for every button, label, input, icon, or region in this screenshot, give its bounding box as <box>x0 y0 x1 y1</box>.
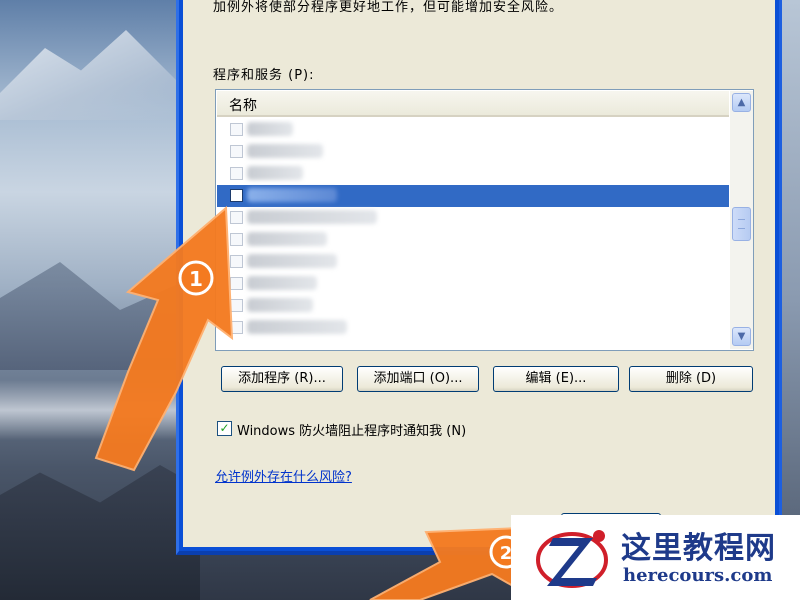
blurred-item-name <box>247 122 293 136</box>
list-item-selected[interactable] <box>217 185 729 207</box>
exceptions-description: 加例外将使部分程序更好地工作，但可能增加安全风险。 <box>213 0 564 15</box>
list-item[interactable] <box>217 119 729 141</box>
mountain-ridge <box>0 262 200 370</box>
list-item[interactable] <box>217 317 729 339</box>
exception-checkbox[interactable] <box>230 123 243 136</box>
programs-services-label: 程序和服务 (P): <box>213 68 315 83</box>
dialog-client-area: 加例外将使部分程序更好地工作，但可能增加安全风险。 程序和服务 (P): 名称 <box>183 0 775 547</box>
blurred-item-name <box>247 210 377 224</box>
list-item[interactable] <box>217 163 729 185</box>
blurred-item-name <box>247 144 323 158</box>
checkmark-icon[interactable]: ✓ <box>217 421 232 436</box>
mist-band <box>0 380 200 440</box>
blurred-item-name <box>247 254 337 268</box>
exception-checkbox[interactable] <box>230 277 243 290</box>
blurred-item-name <box>247 298 313 312</box>
exception-risk-link[interactable]: 允许例外存在什么风险? <box>215 466 352 485</box>
snowy-mountain <box>0 30 180 120</box>
exception-checkbox[interactable] <box>230 145 243 158</box>
list-item[interactable] <box>217 251 729 273</box>
blurred-item-name <box>247 188 337 202</box>
programs-list[interactable]: 名称 ▲ ▼ <box>215 89 754 351</box>
blurred-item-name <box>247 232 327 246</box>
logo-title: 这里教程网 <box>621 531 776 566</box>
edit-button[interactable]: 编辑 (E)... <box>493 366 619 392</box>
exception-checkbox[interactable] <box>230 211 243 224</box>
vertical-scrollbar[interactable]: ▲ ▼ <box>730 91 753 349</box>
blurred-item-name <box>247 320 347 334</box>
delete-button[interactable]: 删除 (D) <box>629 366 753 392</box>
add-port-button[interactable]: 添加端口 (O)... <box>357 366 479 392</box>
exception-checkbox[interactable] <box>230 255 243 268</box>
exception-checkbox[interactable] <box>230 299 243 312</box>
site-logo-banner: 这里教程网 herecours.com <box>511 515 800 600</box>
exception-checkbox[interactable] <box>230 167 243 180</box>
add-program-button[interactable]: 添加程序 (R)... <box>221 366 343 392</box>
site-logo-icon <box>536 530 608 588</box>
exception-checkbox[interactable] <box>230 189 243 202</box>
list-item[interactable] <box>217 273 729 295</box>
list-body <box>217 119 729 349</box>
scroll-down-icon[interactable]: ▼ <box>732 327 751 346</box>
right-background-strip <box>780 0 800 600</box>
list-item[interactable] <box>217 207 729 229</box>
scroll-thumb[interactable] <box>732 207 751 241</box>
dark-ridge <box>0 465 200 600</box>
exception-checkbox[interactable] <box>230 321 243 334</box>
scroll-up-icon[interactable]: ▲ <box>732 93 751 112</box>
list-item[interactable] <box>217 141 729 163</box>
blurred-item-name <box>247 166 303 180</box>
exception-checkbox[interactable] <box>230 233 243 246</box>
list-item[interactable] <box>217 295 729 317</box>
blurred-item-name <box>247 276 317 290</box>
logo-url: herecours.com <box>623 565 773 586</box>
list-item[interactable] <box>217 229 729 251</box>
firewall-dialog-window: 加例外将使部分程序更好地工作，但可能增加安全风险。 程序和服务 (P): 名称 <box>176 0 782 555</box>
list-header-name[interactable]: 名称 <box>217 91 729 117</box>
notify-checkbox-label[interactable]: Windows 防火墙阻止程序时通知我 (N) <box>237 420 466 439</box>
